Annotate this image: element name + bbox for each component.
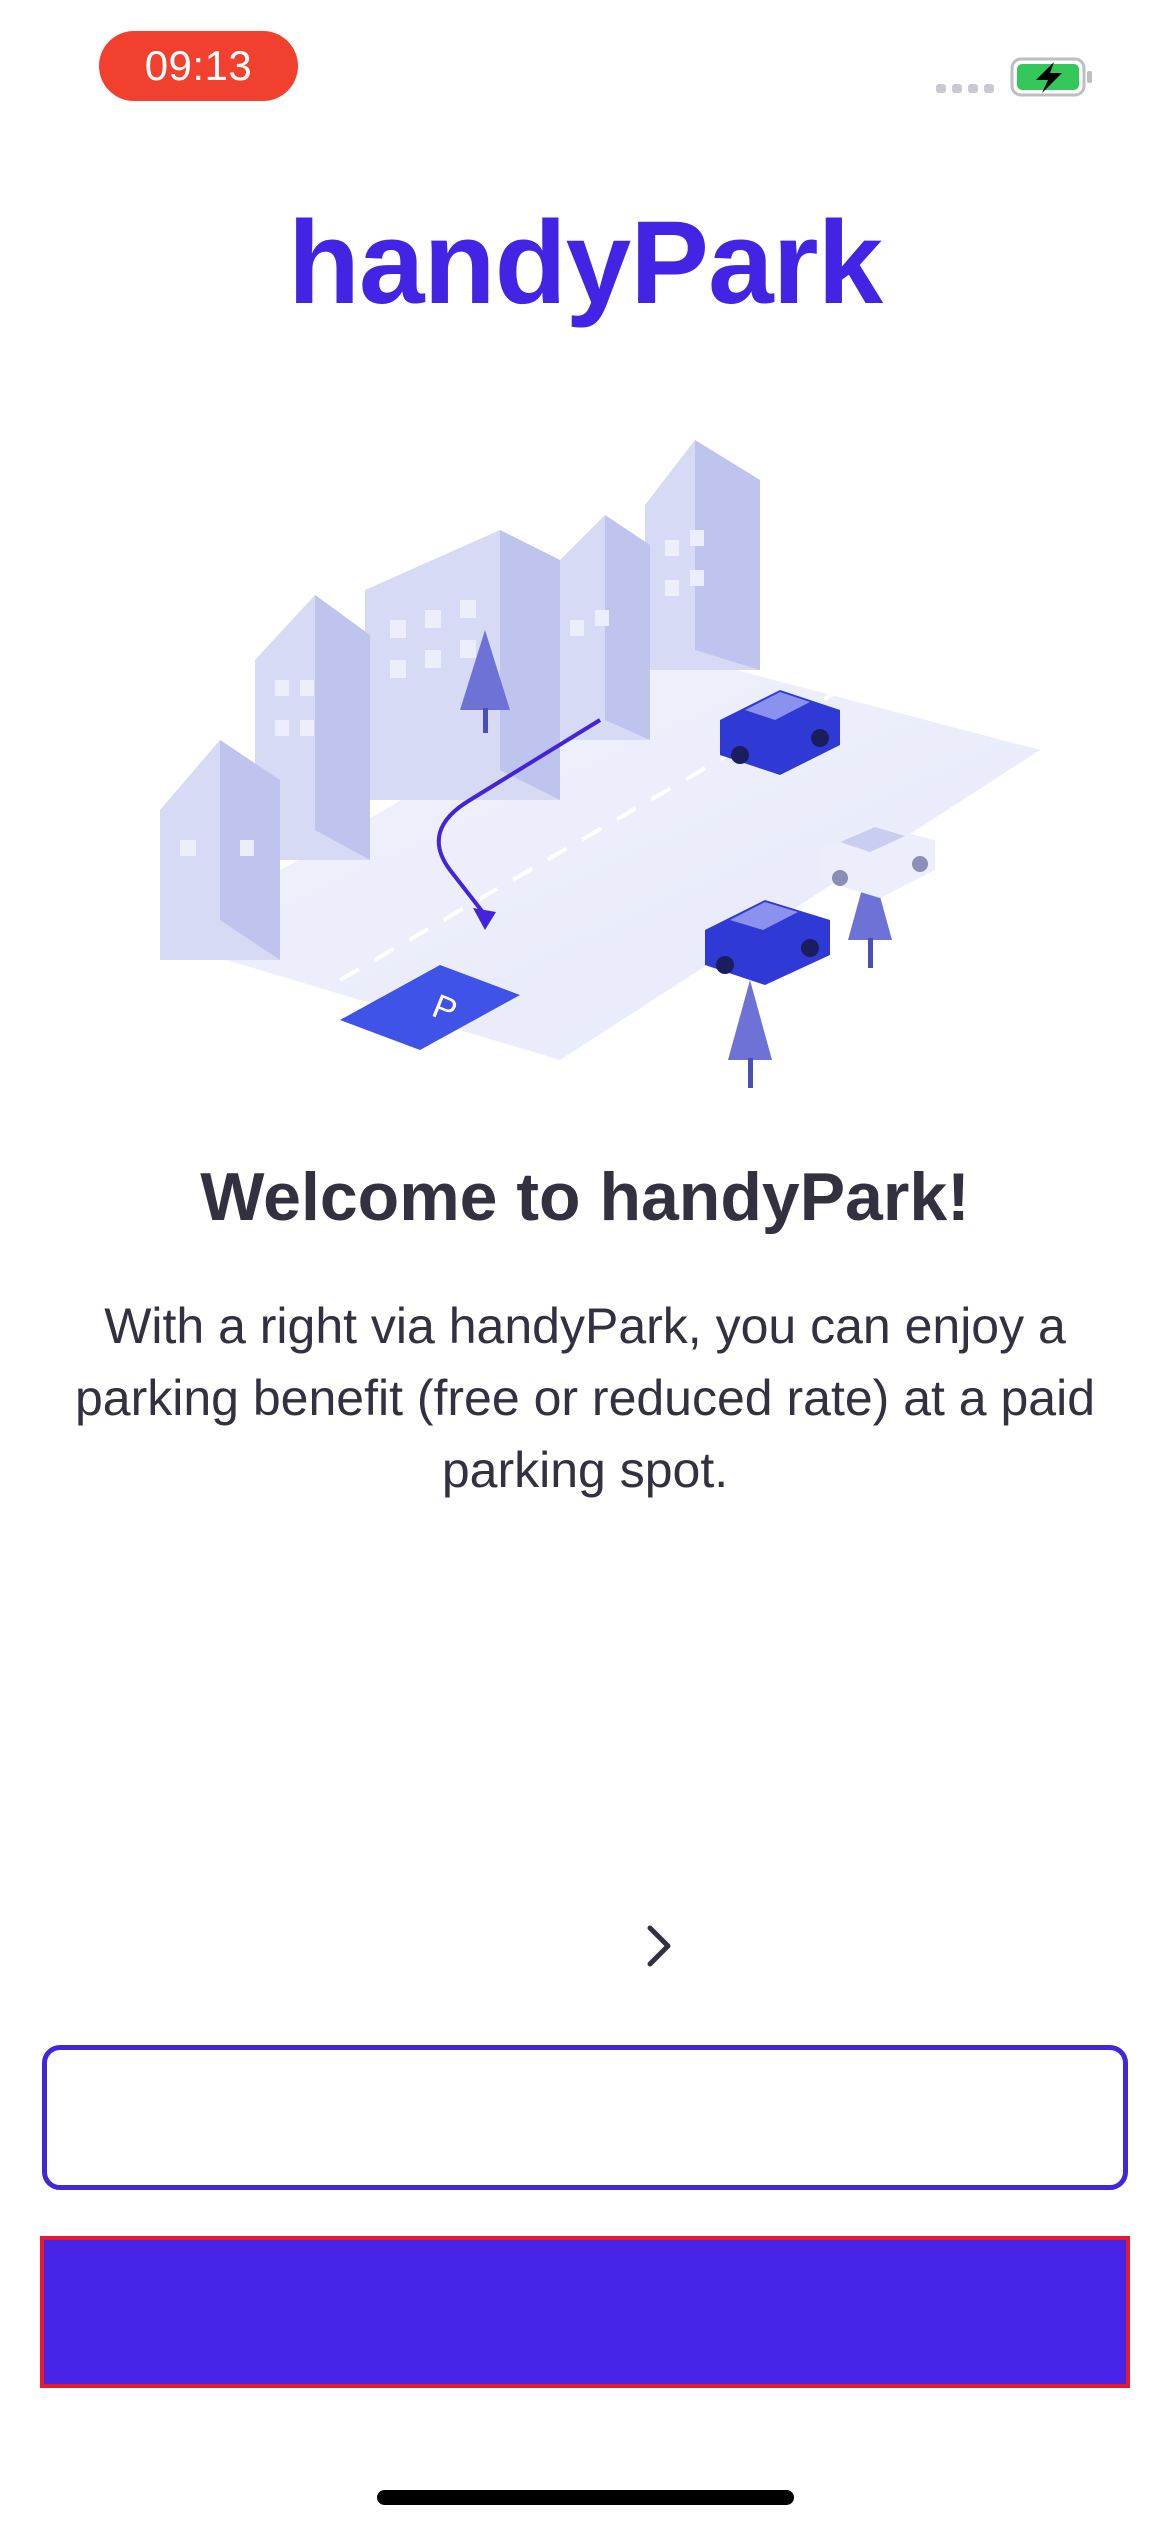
parking-illustration: P [160,440,1040,1088]
welcome-title: Welcome to handyPark! [200,1159,970,1235]
primary-button[interactable] [40,2236,1130,2388]
welcome-description: With a right via handyPark, you can enjo… [74,1298,1096,1498]
battery-charging-icon [1010,57,1092,97]
cellular-signal-icon [936,84,996,94]
home-indicator[interactable] [377,2490,794,2505]
app-logo: handyPark [287,197,883,329]
chevron-right-icon[interactable] [642,1920,678,1972]
status-time: 09:13 [99,31,298,101]
secondary-button[interactable] [42,2045,1128,2190]
